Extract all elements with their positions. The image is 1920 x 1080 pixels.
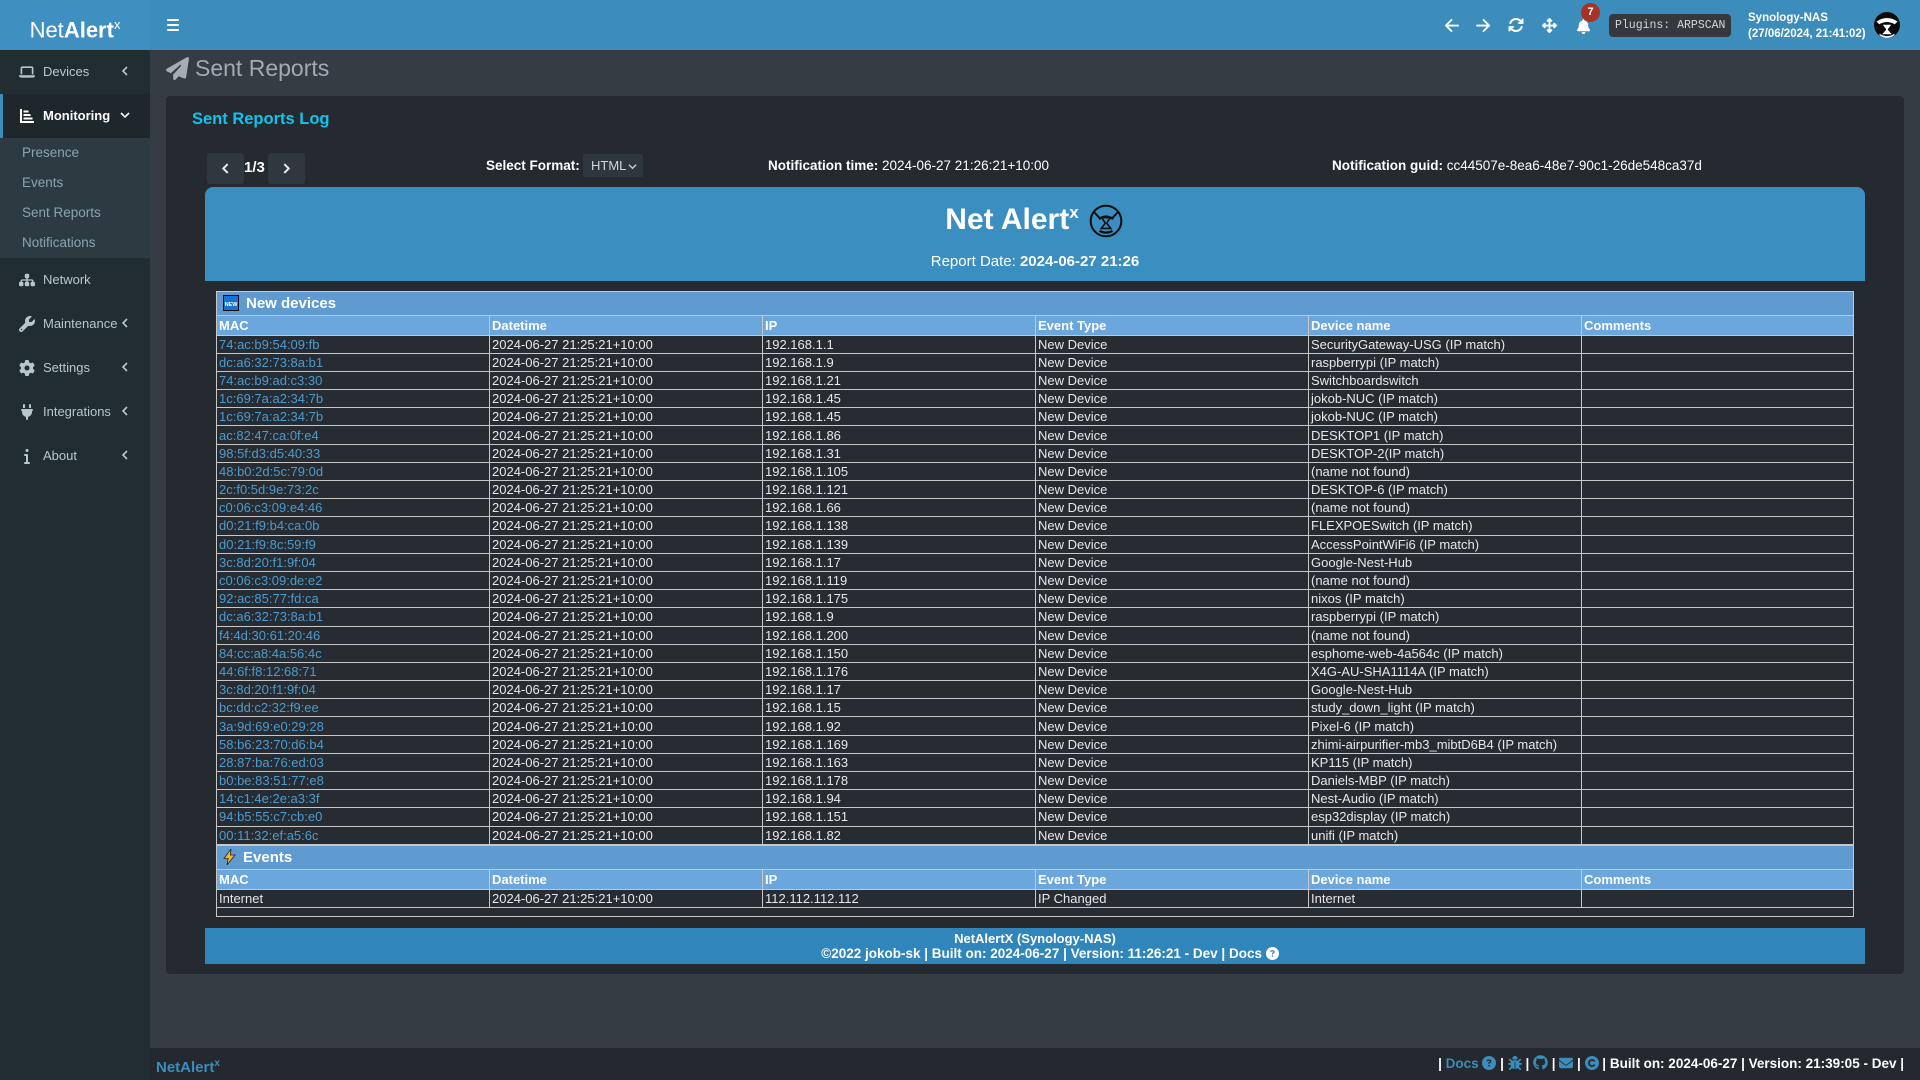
svg-text:NEW: NEW [225,302,239,308]
